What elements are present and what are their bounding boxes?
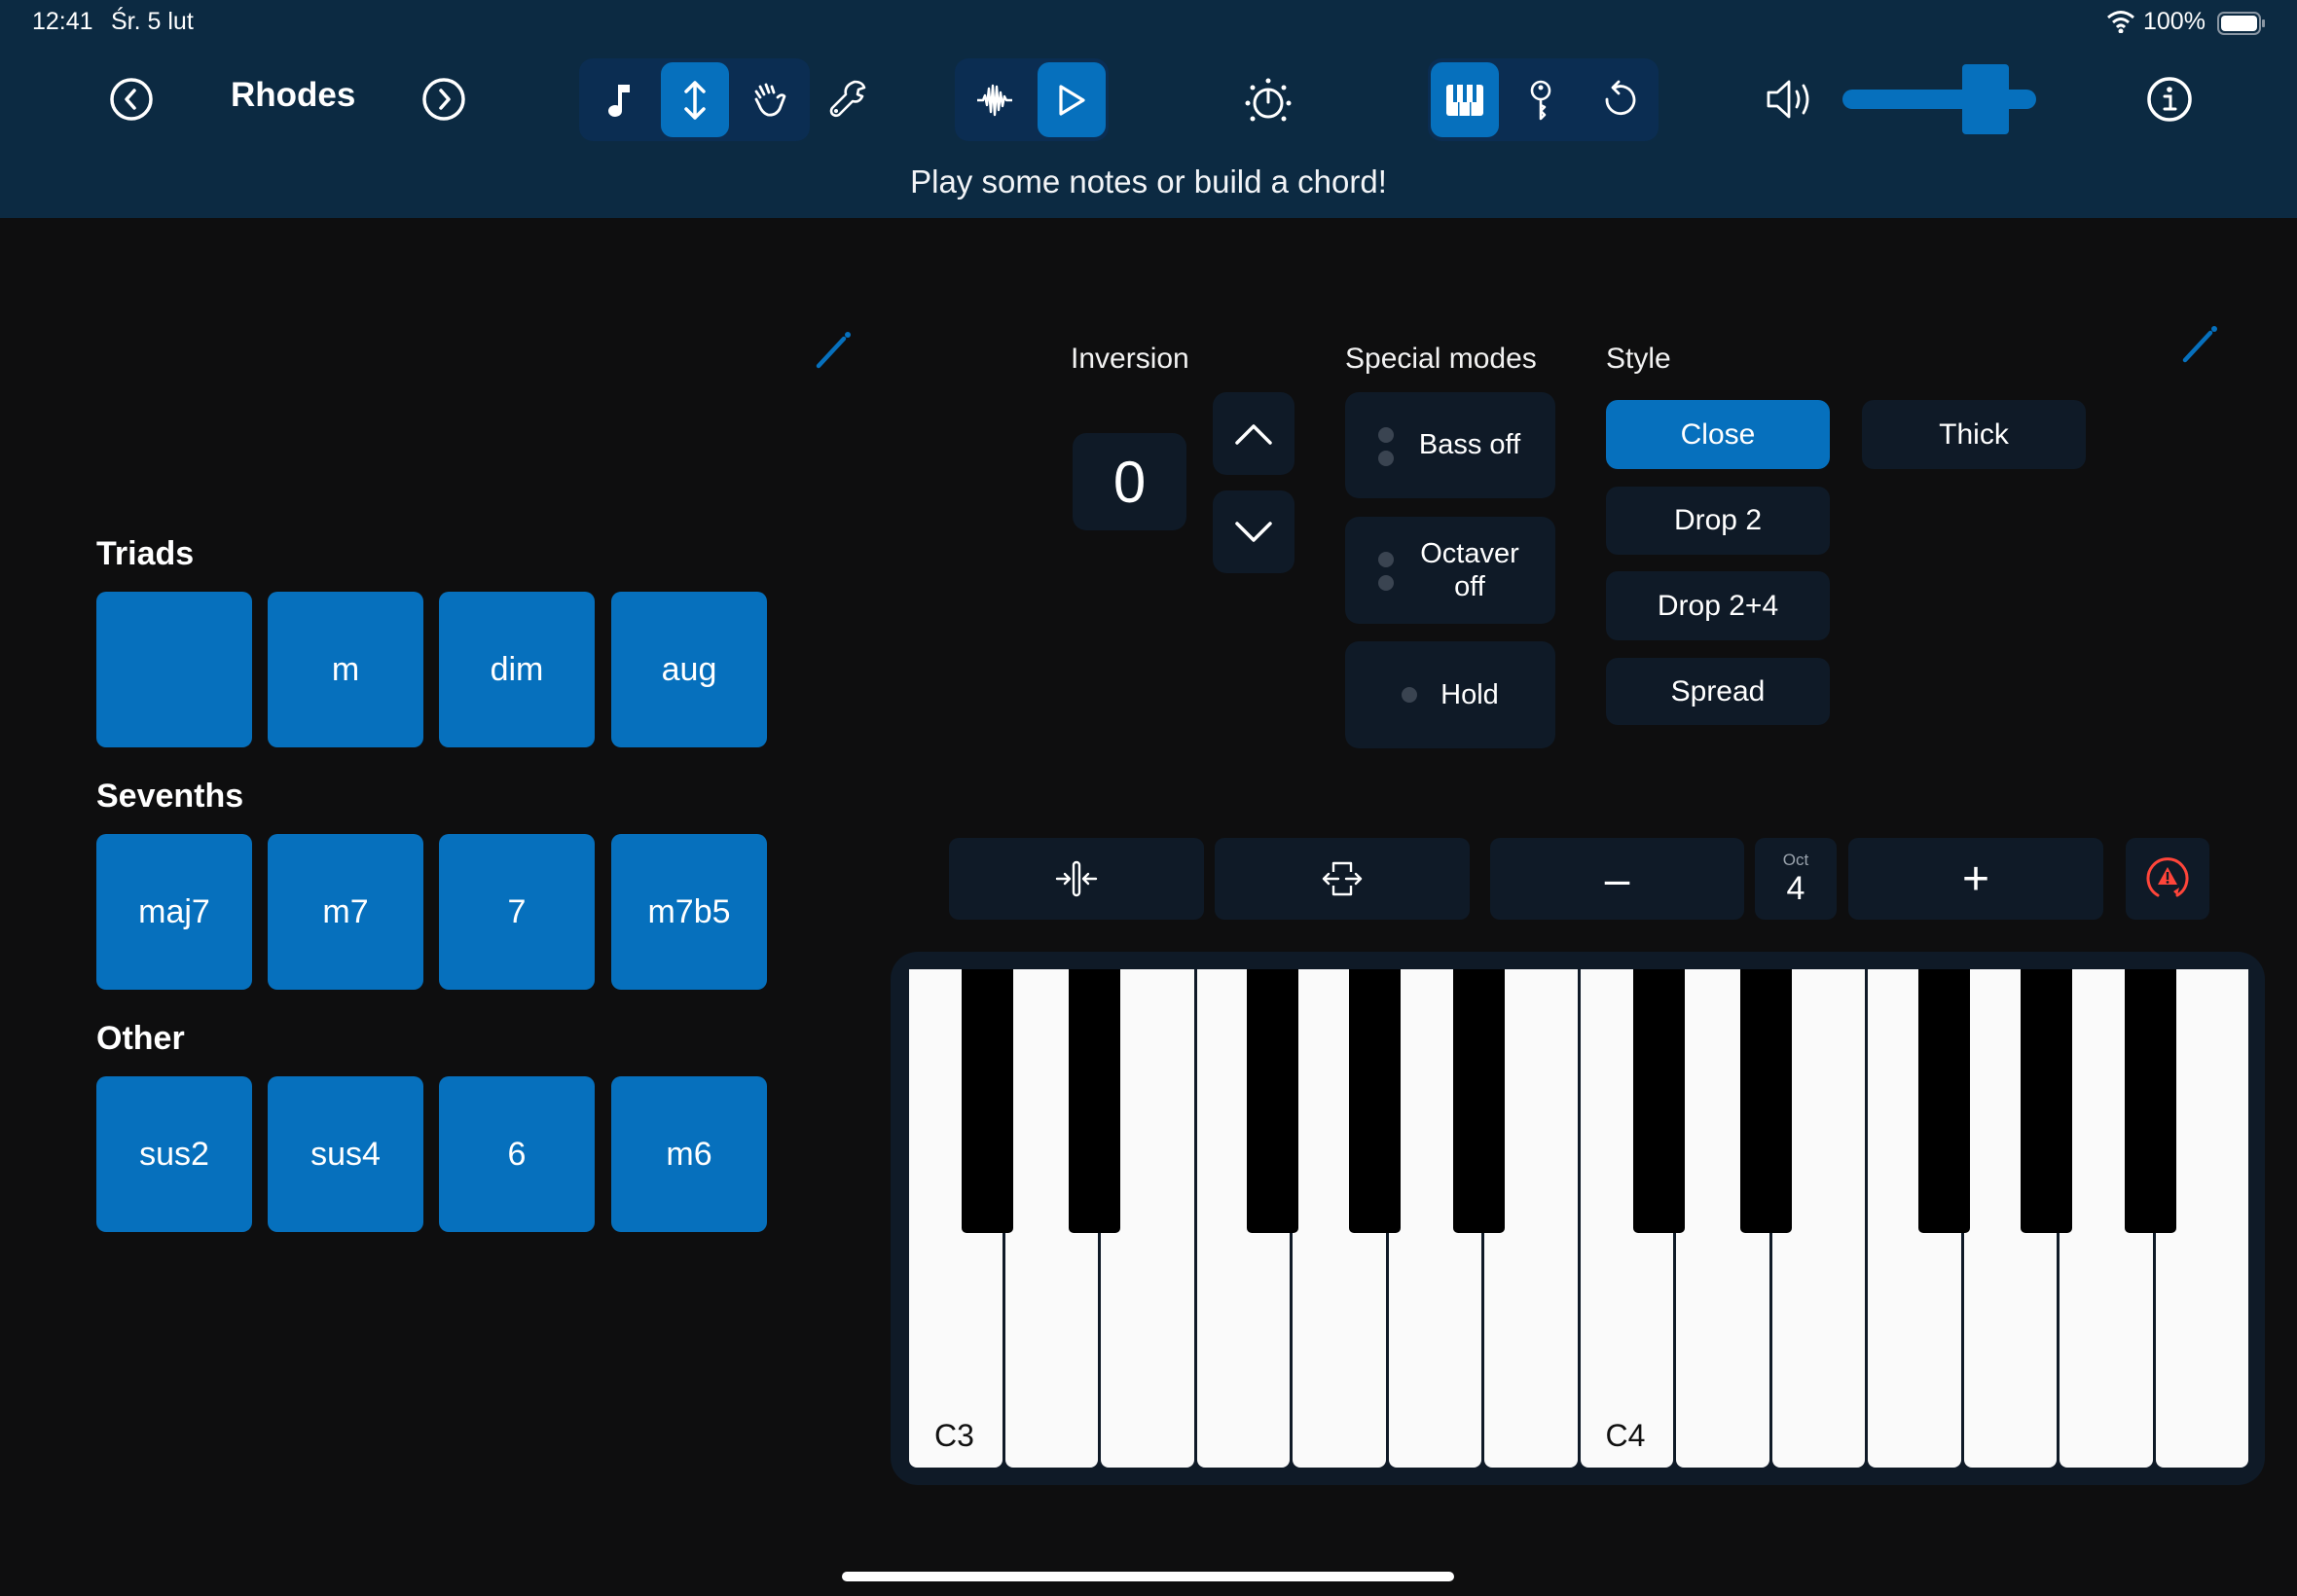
undo-button[interactable] — [1585, 62, 1653, 137]
status-date: Śr. 5 lut — [111, 8, 194, 35]
octave-down-button[interactable]: – — [1490, 838, 1744, 920]
edit-chords-pencil-icon[interactable] — [814, 331, 853, 370]
piano-view-button[interactable] — [1431, 62, 1499, 137]
mode-arpeggio-button[interactable] — [661, 62, 729, 137]
edit-style-pencil-icon[interactable] — [2180, 325, 2219, 364]
octave-value: 4 — [1786, 869, 1805, 907]
volume-slider-thumb[interactable] — [1962, 64, 2010, 134]
black-key-Csharp4[interactable] — [1632, 969, 1685, 1233]
inversion-up-button[interactable] — [1213, 392, 1294, 475]
black-key-Dsharp4[interactable] — [1739, 969, 1792, 1233]
battery-full-icon — [2217, 12, 2266, 40]
chord-button-m7[interactable]: m7 — [268, 834, 423, 990]
bass-mode-label: Bass off — [1418, 429, 1521, 460]
octave-up-button[interactable]: + — [1848, 838, 2103, 920]
inversion-down-button[interactable] — [1213, 490, 1294, 573]
instrument-title: Rhodes — [231, 76, 356, 114]
chord-button-m6[interactable]: m6 — [611, 1076, 767, 1232]
play-icon — [1059, 84, 1085, 116]
octave-display: Oct 4 — [1755, 838, 1837, 920]
piano-keys-icon — [1446, 84, 1483, 116]
info-icon[interactable] — [2145, 75, 2194, 124]
black-key-Csharp3[interactable] — [962, 969, 1014, 1233]
black-key-Asharp3[interactable] — [1453, 969, 1506, 1233]
chord-button-sus2[interactable]: sus2 — [96, 1076, 252, 1232]
key-icon — [1530, 80, 1551, 120]
black-key-Asharp4[interactable] — [2124, 969, 2176, 1233]
compress-horizontal-icon — [1055, 860, 1098, 897]
status-time: 12:41 — [32, 8, 93, 35]
chord-button-m[interactable]: m — [268, 592, 423, 747]
chord-button-m7b5[interactable]: m7b5 — [611, 834, 767, 990]
hold-mode-label: Hold — [1440, 678, 1499, 710]
inversion-label: Inversion — [1071, 343, 1189, 375]
wrench-icon[interactable] — [825, 76, 870, 121]
key-label: C4 — [1605, 1418, 1646, 1453]
style-spread-button[interactable]: Spread — [1606, 658, 1830, 725]
hold-mode-toggle[interactable]: Hold — [1345, 641, 1555, 748]
black-key-Gsharp4[interactable] — [2020, 969, 2072, 1233]
style-label: Style — [1606, 343, 1671, 375]
style-close-button[interactable]: Close — [1606, 400, 1830, 469]
play-button[interactable] — [1038, 62, 1106, 137]
panic-warning-icon — [2146, 857, 2189, 897]
black-key-Dsharp3[interactable] — [1069, 969, 1121, 1233]
section-label-triads: Triads — [96, 535, 195, 572]
mode-indicator-dots — [1378, 552, 1394, 591]
mode-indicator-dot — [1402, 687, 1417, 703]
chord-button-major[interactable] — [96, 592, 252, 747]
chevron-up-icon — [1235, 423, 1272, 445]
section-label-other: Other — [96, 1020, 185, 1057]
expand-horizontal-icon — [1322, 861, 1363, 896]
style-thick-button[interactable]: Thick — [1862, 400, 2086, 469]
black-key-Fsharp3[interactable] — [1247, 969, 1299, 1233]
home-indicator — [842, 1572, 1454, 1581]
chord-button-sus4[interactable]: sus4 — [268, 1076, 423, 1232]
mode-hand-button[interactable] — [737, 62, 805, 137]
key-label: C3 — [934, 1418, 974, 1453]
waveform-button[interactable] — [961, 62, 1029, 137]
octave-caption: Oct — [1782, 850, 1809, 869]
hint-text: Play some notes or build a chord! — [910, 163, 1387, 200]
chevron-left-circle-icon[interactable] — [108, 76, 155, 123]
inversion-value: 0 — [1073, 433, 1186, 530]
chord-button-6[interactable]: 6 — [439, 1076, 595, 1232]
compress-keys-button[interactable] — [949, 838, 1204, 920]
speaker-icon[interactable] — [1765, 76, 1817, 123]
chord-button-dim[interactable]: dim — [439, 592, 595, 747]
octaver-mode-label: Octaver off — [1420, 538, 1519, 602]
chevron-down-icon — [1235, 521, 1272, 542]
special-modes-label: Special modes — [1345, 343, 1537, 375]
expand-keys-button[interactable] — [1215, 838, 1470, 920]
hand-icon — [754, 83, 786, 117]
music-note-icon — [608, 84, 630, 117]
bass-mode-toggle[interactable]: Bass off — [1345, 392, 1555, 498]
waveform-icon — [977, 84, 1012, 116]
chevron-right-circle-icon[interactable] — [420, 76, 467, 123]
chord-button-7[interactable]: 7 — [439, 834, 595, 990]
octaver-mode-toggle[interactable]: Octaver off — [1345, 517, 1555, 624]
style-drop2-button[interactable]: Drop 2 — [1606, 487, 1830, 555]
metronome-dial-icon[interactable] — [1243, 75, 1294, 126]
mode-note-button[interactable] — [589, 62, 653, 137]
section-label-sevenths: Sevenths — [96, 778, 244, 815]
battery-percent: 100% — [2143, 8, 2206, 35]
style-drop24-button[interactable]: Drop 2+4 — [1606, 571, 1830, 640]
chord-button-maj7[interactable]: maj7 — [96, 834, 252, 990]
up-down-arrow-icon — [684, 80, 706, 120]
chord-button-aug[interactable]: aug — [611, 592, 767, 747]
panic-button[interactable] — [2126, 838, 2209, 920]
black-key-Fsharp4[interactable] — [1917, 969, 1970, 1233]
key-button[interactable] — [1507, 62, 1575, 137]
undo-icon — [1605, 80, 1636, 115]
black-key-Gsharp3[interactable] — [1349, 969, 1402, 1233]
wifi-icon — [2106, 10, 2135, 38]
mode-indicator-dots — [1378, 427, 1394, 466]
